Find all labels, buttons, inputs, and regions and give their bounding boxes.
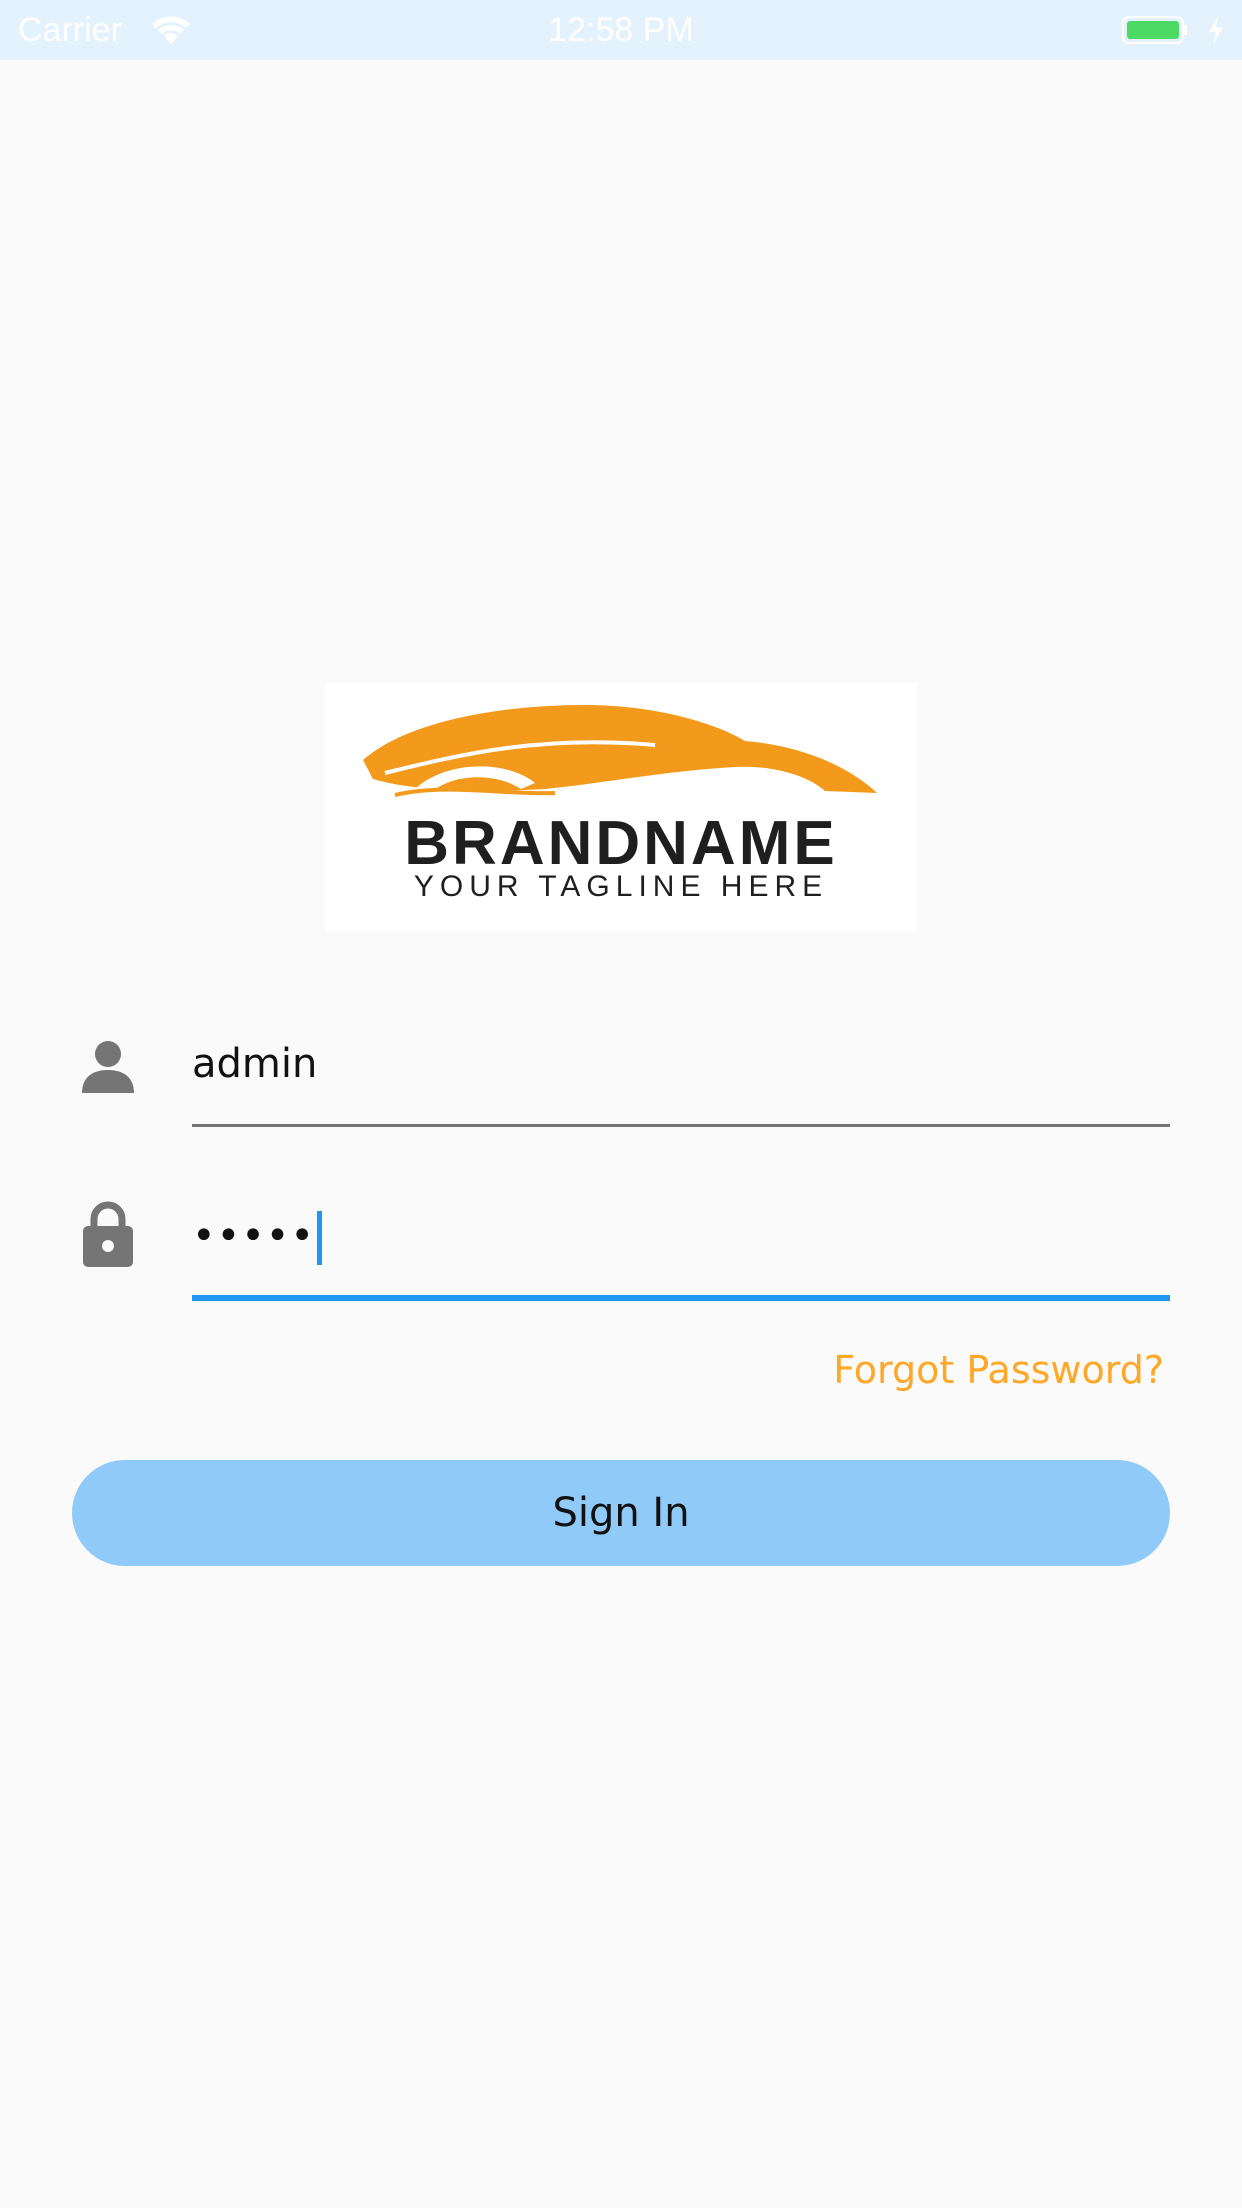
password-input[interactable]: •••••: [192, 1206, 322, 1266]
sign-in-button[interactable]: Sign In: [72, 1460, 1170, 1566]
password-underline-focused: [192, 1295, 1170, 1301]
person-icon: [82, 1041, 134, 1093]
charging-bolt-icon: [1209, 15, 1223, 45]
password-field[interactable]: •••••: [192, 1200, 1170, 1301]
username-input[interactable]: [192, 1026, 1170, 1102]
forgot-password-link[interactable]: Forgot Password?: [833, 1342, 1164, 1398]
lock-icon: [83, 1201, 133, 1267]
status-bar: Carrier 12:58 PM: [0, 0, 1242, 60]
password-masked-value: •••••: [192, 1213, 315, 1259]
username-field[interactable]: [192, 1026, 1170, 1127]
battery-icon: [1122, 16, 1187, 44]
username-underline: [192, 1124, 1170, 1127]
brand-logo: BRANDNAME YOUR TAGLINE HERE: [325, 683, 917, 931]
text-cursor: [316, 1211, 322, 1265]
status-time: 12:58 PM: [548, 11, 694, 49]
brand-name: BRANDNAME: [404, 809, 838, 878]
brand-tagline: YOUR TAGLINE HERE: [413, 870, 829, 903]
